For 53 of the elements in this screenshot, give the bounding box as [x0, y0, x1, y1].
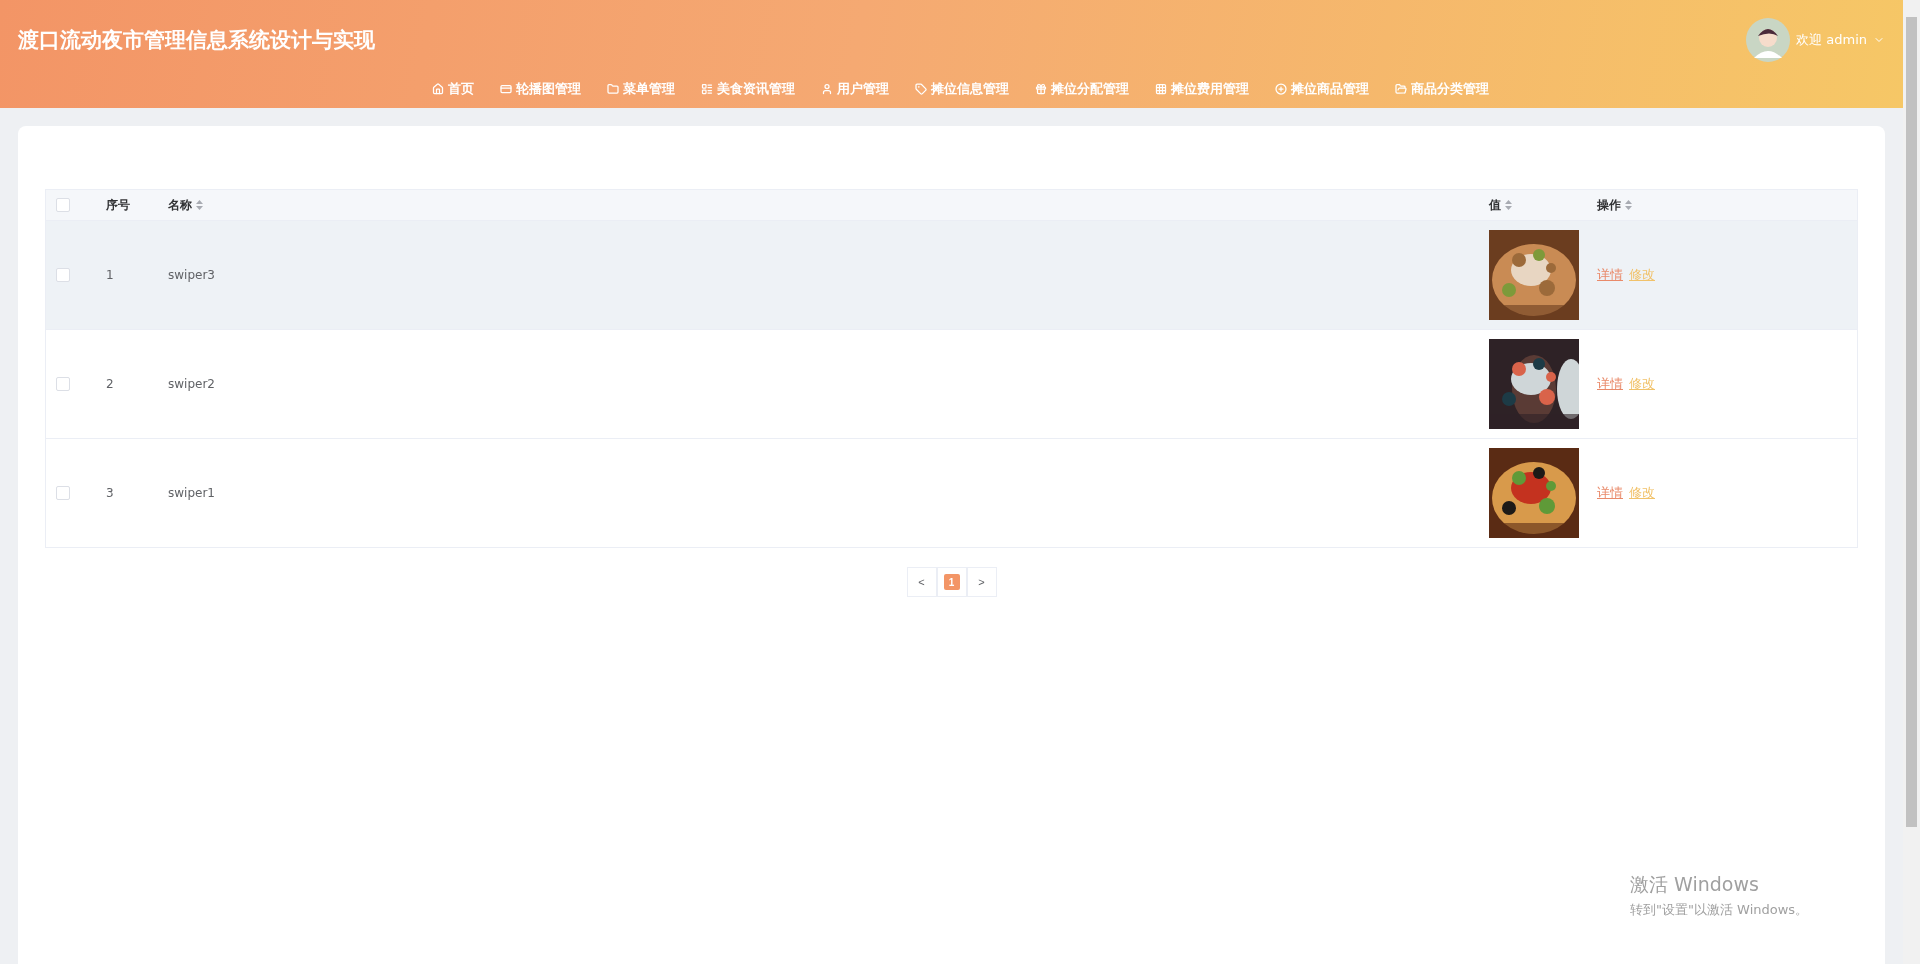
detail-link[interactable]: 详情 [1597, 484, 1623, 502]
user-icon [821, 83, 833, 95]
nav-item[interactable]: 菜单管理 [607, 80, 675, 98]
nav-item[interactable]: 摊位信息管理 [915, 80, 1009, 98]
app-title: 渡口流动夜市管理信息系统设计与实现 [18, 27, 375, 54]
sort-icon[interactable] [1625, 200, 1632, 210]
nav-item[interactable]: 用户管理 [821, 80, 889, 98]
folder-icon [1395, 83, 1407, 95]
scrollbar-thumb[interactable] [1906, 17, 1917, 827]
nav-item[interactable]: 美食资讯管理 [701, 80, 795, 98]
row-checkbox[interactable] [56, 268, 70, 282]
gift-icon [1035, 83, 1047, 95]
list-icon [701, 83, 713, 95]
table-cell-text: 3 [106, 486, 115, 500]
nav-item[interactable]: 摊位费用管理 [1155, 80, 1249, 98]
plus-circle-icon [1275, 83, 1287, 95]
nav-item[interactable]: 首页 [432, 80, 474, 98]
row-checkbox[interactable] [56, 377, 70, 391]
activation-hint: 转到"设置"以激活 Windows。 [1630, 901, 1809, 919]
column-header: 序号 [106, 196, 130, 214]
page-button[interactable]: 1 [936, 567, 967, 597]
nav-item[interactable]: 轮播图管理 [500, 80, 581, 98]
table-cell-text: swiper1 [168, 486, 216, 500]
activation-title: 激活 Windows [1630, 872, 1760, 897]
edit-link[interactable]: 修改 [1629, 484, 1655, 502]
home-icon [432, 83, 444, 95]
select-all-checkbox[interactable] [56, 198, 70, 212]
nav-item[interactable]: 摊位商品管理 [1275, 80, 1369, 98]
detail-link[interactable]: 详情 [1597, 266, 1623, 284]
card-icon [500, 83, 512, 95]
sort-icon[interactable] [196, 200, 203, 210]
nav-item[interactable]: 商品分类管理 [1395, 80, 1489, 98]
column-header: 名称 [168, 196, 192, 214]
edit-link[interactable]: 修改 [1629, 375, 1655, 393]
table-cell-text: 1 [106, 268, 115, 282]
row-checkbox[interactable] [56, 486, 70, 500]
user-greeting[interactable]: 欢迎 admin [1796, 31, 1867, 49]
table-cell-text: swiper2 [168, 377, 216, 391]
next-page-button[interactable]: > [966, 567, 997, 597]
tag-icon [915, 83, 927, 95]
table-cell-text: 2 [106, 377, 115, 391]
column-header: 操作 [1597, 196, 1621, 214]
table-cell-text: swiper3 [168, 268, 216, 282]
column-header: 值 [1489, 196, 1501, 214]
nav-item[interactable]: 摊位分配管理 [1035, 80, 1129, 98]
prev-page-button[interactable]: < [906, 567, 937, 597]
sort-icon[interactable] [1505, 200, 1512, 210]
avatar-icon [1746, 18, 1791, 62]
detail-link[interactable]: 详情 [1597, 375, 1623, 393]
grid-icon [1155, 83, 1167, 95]
folder-icon [607, 83, 619, 95]
edit-link[interactable]: 修改 [1629, 266, 1655, 284]
table-row[interactable]: 1 swiper3 详情 修改 [46, 221, 1857, 330]
